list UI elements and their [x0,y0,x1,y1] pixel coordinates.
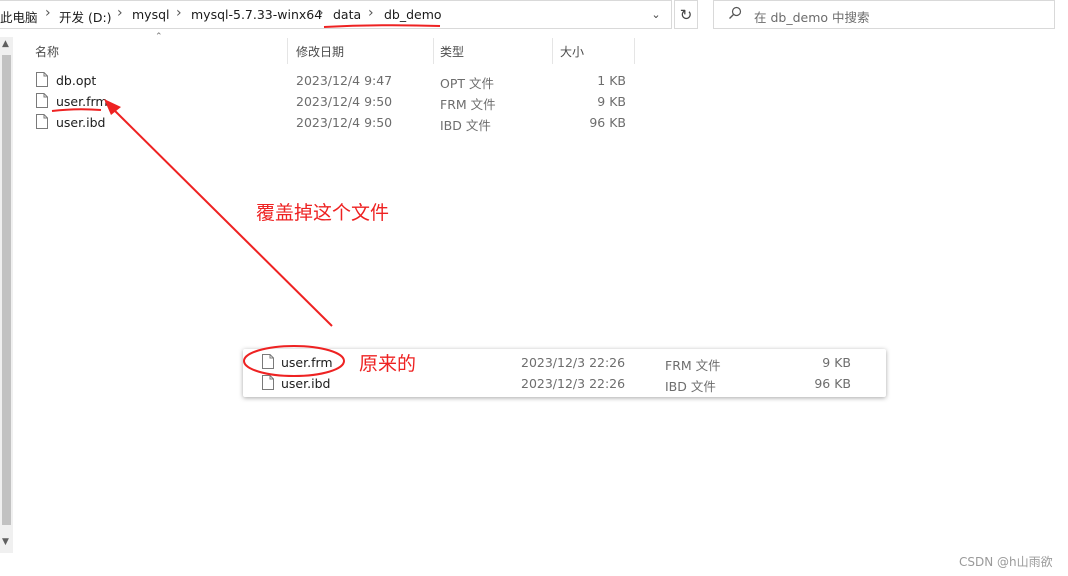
original-file-row[interactable]: user.frm 2023/12/3 22:26 FRM 文件 9 KB [259,352,879,373]
file-size: 9 KB [822,355,851,370]
file-modified: 2023/12/3 22:26 [521,355,626,370]
file-type: FRM 文件 [665,358,721,373]
original-file-row[interactable]: user.ibd 2023/12/3 22:26 IBD 文件 96 KB [259,373,879,394]
annotation-arrow [51,99,333,327]
watermark: CSDN @h山雨欲 [959,555,1053,569]
file-modified: 2023/12/3 22:26 [521,376,626,391]
annotation-overwrite: 覆盖掉这个文件 [256,202,390,224]
file-type: IBD 文件 [665,379,716,394]
file-size: 96 KB [814,376,851,391]
annotation-original: 原来的 [359,353,417,375]
highlight-circle [243,345,345,377]
